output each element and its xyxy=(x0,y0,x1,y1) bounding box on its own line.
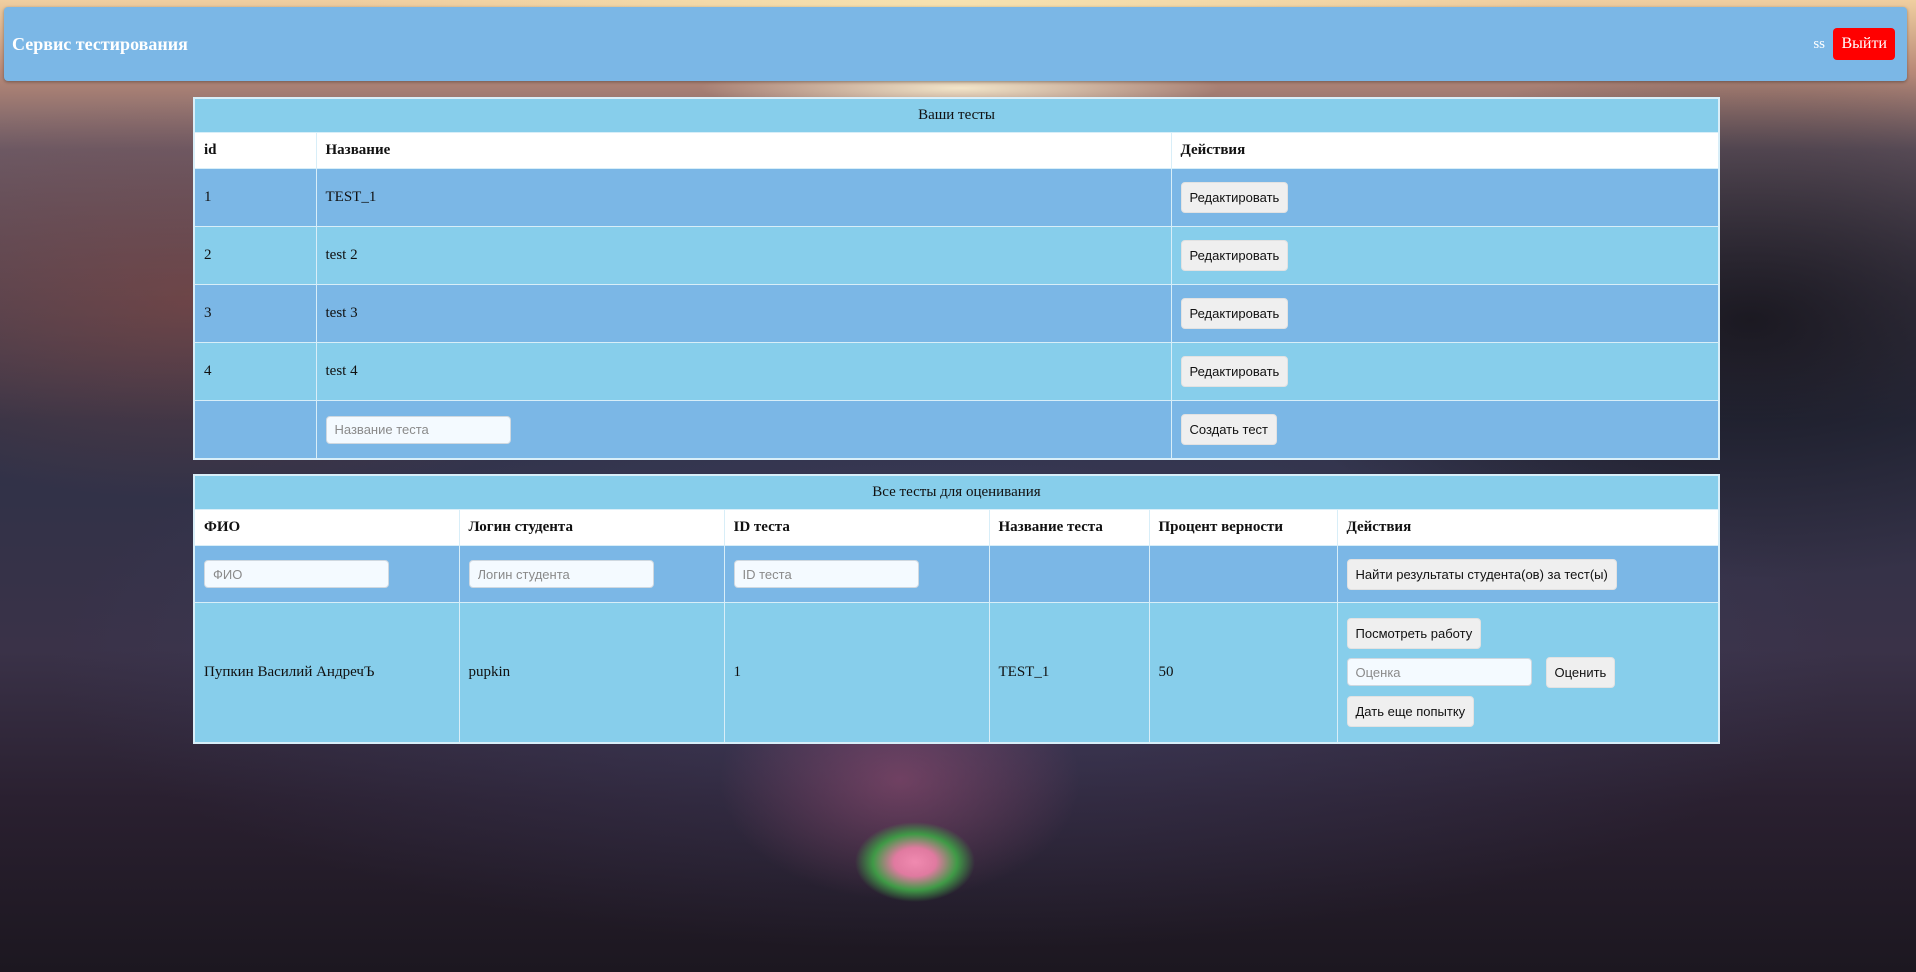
logout-button[interactable]: Выйти xyxy=(1833,28,1895,60)
column-header-login: Логин студента xyxy=(458,509,725,546)
actions-cell: Посмотреть работу Оценить Дать еще попыт… xyxy=(1336,602,1720,743)
edit-test-button[interactable]: Редактировать xyxy=(1180,240,1289,271)
column-header-id: id xyxy=(193,132,317,169)
table-row: 4 test 4 Редактировать xyxy=(193,342,1720,401)
table-row: Пупкин Василий АндречЪ pupkin 1 TEST_1 5… xyxy=(193,602,1720,743)
test-id-cell: 1 xyxy=(193,168,317,227)
login-filter-input[interactable] xyxy=(468,560,654,588)
test-id-cell: 4 xyxy=(193,342,317,401)
empty-cell xyxy=(193,400,317,460)
grading-caption: Все тесты для оценивания xyxy=(193,474,1720,510)
column-header-fio: ФИО xyxy=(193,509,460,546)
table-row: 2 test 2 Редактировать xyxy=(193,226,1720,285)
edit-test-button[interactable]: Редактировать xyxy=(1180,298,1289,329)
filter-row: Найти результаты студента(ов) за тест(ы) xyxy=(193,545,1720,603)
app-title: Сервис тестирования xyxy=(12,34,188,54)
empty-cell xyxy=(1148,545,1338,603)
your-tests-table: Ваши тесты id Название Действия 1 TEST_1… xyxy=(193,97,1720,460)
student-fio-cell: Пупкин Василий АндречЪ xyxy=(193,602,460,743)
column-header-actions: Действия xyxy=(1336,509,1720,546)
edit-test-button[interactable]: Редактировать xyxy=(1180,356,1289,387)
test-id-cell: 1 xyxy=(723,602,990,743)
column-header-percent: Процент верности xyxy=(1148,509,1338,546)
student-login-cell: pupkin xyxy=(458,602,725,743)
fio-filter-input[interactable] xyxy=(204,560,389,588)
new-test-name-input[interactable] xyxy=(325,415,511,444)
test-id-cell: 2 xyxy=(193,226,317,285)
username-label: ss xyxy=(1813,36,1825,52)
test-name-cell: TEST_1 xyxy=(315,168,1172,227)
create-test-button[interactable]: Создать тест xyxy=(1180,414,1278,445)
column-header-name: Название xyxy=(315,132,1172,169)
your-tests-caption: Ваши тесты xyxy=(193,97,1720,133)
test-name-cell: TEST_1 xyxy=(988,602,1150,743)
column-header-test-name: Название теста xyxy=(988,509,1150,546)
grade-input[interactable] xyxy=(1346,658,1532,687)
table-row: 3 test 3 Редактировать xyxy=(193,284,1720,343)
empty-cell xyxy=(988,545,1150,603)
grading-table: Все тесты для оценивания ФИО Логин студе… xyxy=(193,474,1720,744)
give-retry-button[interactable]: Дать еще попытку xyxy=(1346,695,1475,727)
column-header-actions: Действия xyxy=(1170,132,1720,169)
view-work-button[interactable]: Посмотреть работу xyxy=(1346,617,1482,649)
table-row: 1 TEST_1 Редактировать xyxy=(193,168,1720,227)
test-name-cell: test 2 xyxy=(315,226,1172,285)
new-test-row: Создать тест xyxy=(193,400,1720,460)
column-header-test-id: ID теста xyxy=(723,509,990,546)
percent-cell: 50 xyxy=(1148,602,1338,743)
test-name-cell: test 3 xyxy=(315,284,1172,343)
test-name-cell: test 4 xyxy=(315,342,1172,401)
test-id-cell: 3 xyxy=(193,284,317,343)
top-header: Сервис тестирования ss Выйти xyxy=(4,7,1907,81)
test-id-filter-input[interactable] xyxy=(733,560,919,588)
grade-button[interactable]: Оценить xyxy=(1545,656,1616,688)
find-results-button[interactable]: Найти результаты студента(ов) за тест(ы) xyxy=(1346,558,1617,590)
edit-test-button[interactable]: Редактировать xyxy=(1180,182,1289,213)
